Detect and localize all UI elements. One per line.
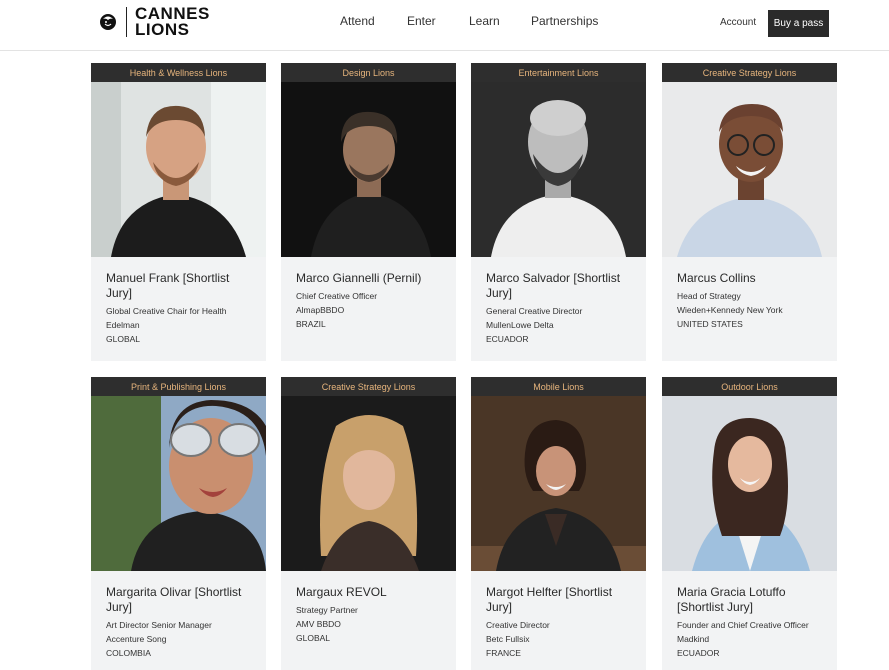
card-company: Madkind [677,634,710,644]
card-name: Marcus Collins [677,271,756,285]
nav-partnerships[interactable]: Partnerships [531,14,598,28]
logo-divider [126,7,127,37]
card-category: Design Lions [281,63,456,82]
card-category: Health & Wellness Lions [91,63,266,82]
portrait-photo [471,82,646,257]
card-country: ECUADOR [486,334,529,344]
buy-a-pass-button[interactable]: Buy a pass [768,10,829,37]
portrait-photo [91,396,266,571]
jury-card[interactable]: Print & Publishing Lions Margarita Oliva… [91,377,266,670]
card-company: Wieden+Kennedy New York [677,305,783,315]
card-category: Mobile Lions [471,377,646,396]
nav-attend[interactable]: Attend [340,14,375,28]
card-name: Margarita Olivar [Shortlist Jury] [106,585,242,614]
card-category: Print & Publishing Lions [91,377,266,396]
card-company: Accenture Song [106,634,167,644]
card-category: Entertainment Lions [471,63,646,82]
card-country: ECUADOR [677,648,720,658]
jury-card[interactable]: Mobile Lions Margot Helfter [Shortlist J… [471,377,646,670]
logo-wordmark: CANNES LIONS [135,5,209,39]
nav-learn[interactable]: Learn [469,14,500,28]
lion-logo-icon [100,14,116,30]
portrait-photo [662,396,837,571]
cannes-lions-logo[interactable]: CANNES LIONS [97,4,209,40]
card-name: Marco Salvador [Shortlist Jury] [486,271,621,300]
card-company: AlmapBBDO [296,305,345,315]
card-name: Margaux REVOL [296,585,387,599]
card-name: Maria Gracia Lotuffo [Shortlist Jury] [677,585,786,614]
card-company: AMV BBDO [296,619,341,629]
jury-card[interactable]: Health & Wellness Lions Manuel Frank [Sh… [91,63,266,361]
portrait-photo [281,396,456,571]
card-title: Head of Strategy [677,291,741,301]
portrait-photo [471,396,646,571]
jury-card[interactable]: Design Lions Marco Giannelli (Pernil) Ch… [281,63,456,361]
site-header: CANNES LIONS Attend Enter Learn Partners… [0,0,889,51]
card-category: Creative Strategy Lions [662,63,837,82]
card-company: Betc Fullsix [486,634,530,644]
card-country: GLOBAL [296,633,331,643]
jury-card[interactable]: Creative Strategy Lions Marcus Collins H… [662,63,837,361]
card-name: Margot Helfter [Shortlist Jury] [486,585,613,614]
card-country: COLOMBIA [106,648,151,658]
card-company: MullenLowe Delta [486,320,554,330]
jury-card[interactable]: Creative Strategy Lions Margaux REVOL St… [281,377,456,670]
card-name: Marco Giannelli (Pernil) [296,271,422,285]
portrait-photo [662,82,837,257]
card-country: UNITED STATES [677,319,743,329]
card-category: Creative Strategy Lions [281,377,456,396]
nav-enter[interactable]: Enter [407,14,436,28]
card-country: FRANCE [486,648,521,658]
account-link[interactable]: Account [720,17,756,28]
jury-card[interactable]: Entertainment Lions Marco Salvador [Shor… [471,63,646,361]
card-category: Outdoor Lions [662,377,837,396]
card-title: Art Director Senior Manager [106,620,212,630]
logo-line-2: LIONS [135,20,190,39]
card-title: Global Creative Chair for Health [106,306,227,316]
card-title: General Creative Director [486,306,583,316]
card-name: Manuel Frank [Shortlist Jury] [106,271,230,300]
portrait-photo [281,82,456,257]
card-title: Strategy Partner [296,605,358,615]
jury-card[interactable]: Outdoor Lions Maria Gracia Lotuffo [Shor… [662,377,837,670]
portrait-photo [91,82,266,257]
card-title: Founder and Chief Creative Officer [677,620,809,630]
card-country: BRAZIL [296,319,326,329]
card-company: Edelman [106,320,140,330]
card-title: Chief Creative Officer [296,291,378,301]
card-country: GLOBAL [106,334,141,344]
card-title: Creative Director [486,620,550,630]
